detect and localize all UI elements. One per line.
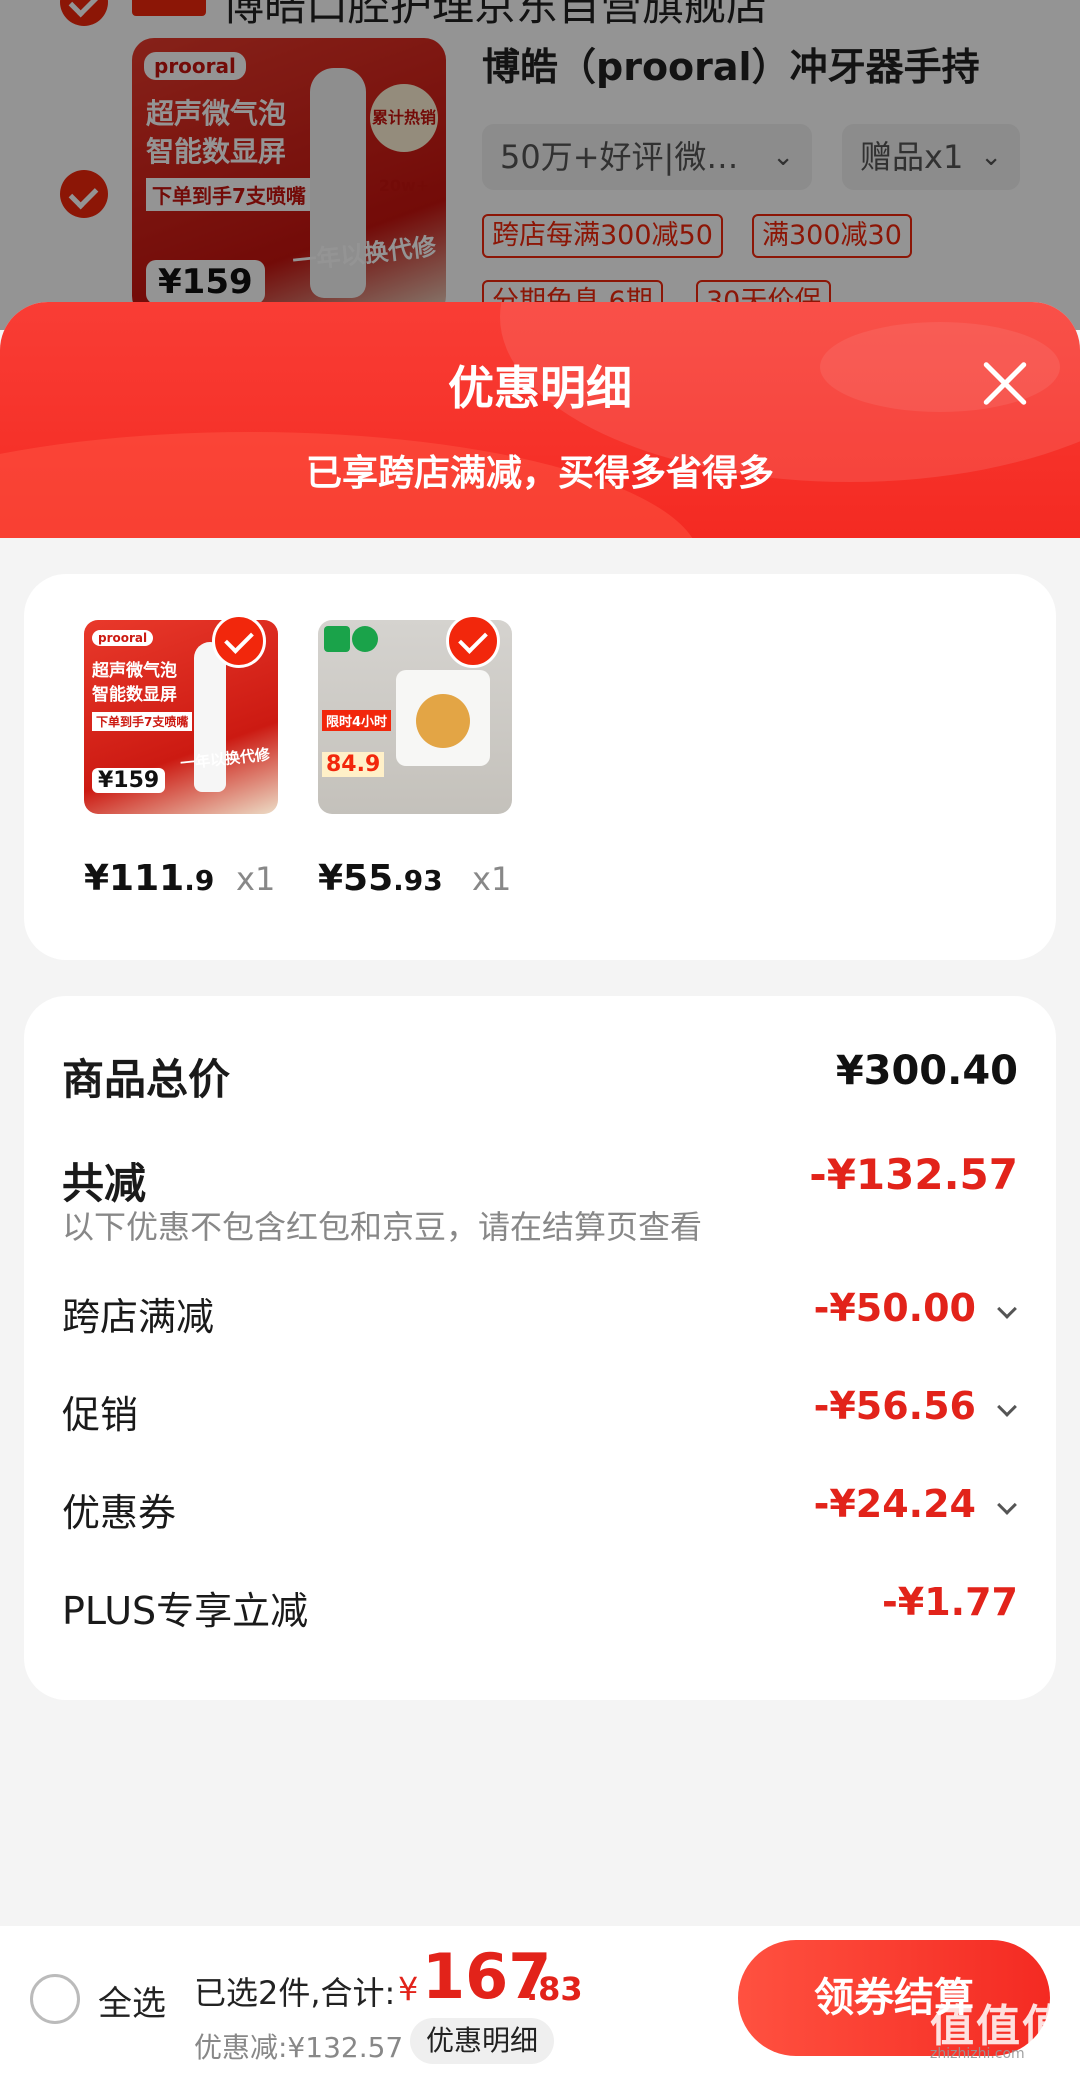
brand-logo bbox=[324, 626, 350, 652]
image-price: ¥159 bbox=[92, 768, 166, 793]
discount-value: -¥1.77 bbox=[882, 1580, 1018, 1624]
product-price: ¥111.9 bbox=[84, 858, 214, 899]
sheet-title: 优惠明细 bbox=[448, 361, 632, 415]
image-price: 84.9 bbox=[322, 752, 385, 777]
price-summary-card: 商品总价 ¥300.40 共减 -¥132.57 以下优惠不包含红包和京豆，请在… bbox=[24, 996, 1056, 1700]
image-text-line2: 智能数显屏 bbox=[92, 685, 177, 705]
discount-value: -¥56.56 bbox=[813, 1384, 976, 1428]
discount-detail-sheet: 优惠明细 已享跨店满减，买得多省得多 prooral 超声微气泡 智能数显屏 下… bbox=[0, 302, 1080, 2073]
discount-label: PLUS专享立减 bbox=[62, 1589, 309, 1633]
chevron-down-icon[interactable] bbox=[997, 1299, 1017, 1319]
price-decimal: .93 bbox=[393, 864, 443, 897]
brand-logo: prooral bbox=[92, 630, 154, 646]
certification-icon bbox=[352, 626, 378, 652]
reduction-note: 以下优惠不包含红包和京豆，请在结算页查看 bbox=[62, 1208, 703, 1246]
check-icon bbox=[446, 614, 500, 668]
discount-value: -¥50.00 bbox=[813, 1286, 976, 1330]
price-integer: ¥55 bbox=[318, 858, 394, 899]
watermark-url: zhizhizhi.com bbox=[930, 2046, 1025, 2062]
selected-count-label: 已选2件,合计: bbox=[194, 1974, 396, 2012]
sheet-subtitle: 已享跨店满减，买得多省得多 bbox=[305, 453, 774, 494]
check-icon bbox=[212, 614, 266, 668]
total-reduction-value: -¥132.57 bbox=[809, 1150, 1018, 1199]
product-quantity: x1 bbox=[236, 860, 276, 898]
image-text-line3: 下单到手7支喷嘴 bbox=[92, 712, 193, 731]
select-all-label[interactable]: 全选 bbox=[98, 1976, 166, 2025]
spotlight-illustration bbox=[396, 670, 490, 766]
price-integer: ¥111 bbox=[84, 858, 185, 899]
dim-overlay[interactable] bbox=[0, 0, 1080, 330]
image-tag: 限时4小时 bbox=[322, 710, 392, 731]
watermark: 值值值 bbox=[930, 2001, 1068, 2052]
sheet-header: 优惠明细 已享跨店满减，买得多省得多 bbox=[0, 302, 1080, 538]
total-price-label: 商品总价 bbox=[62, 1055, 231, 1104]
product-price: ¥55.93 bbox=[318, 858, 443, 899]
discount-label: 跨店满减 bbox=[62, 1295, 215, 1339]
currency-symbol: ¥ bbox=[398, 1970, 419, 2008]
discount-amount: 优惠减:¥132.57 bbox=[194, 2031, 404, 2064]
product-quantity: x1 bbox=[472, 860, 512, 898]
chevron-down-icon[interactable] bbox=[997, 1495, 1017, 1515]
discount-value: -¥24.24 bbox=[813, 1482, 976, 1526]
discount-label: 优惠券 bbox=[62, 1491, 177, 1535]
checkout-bar: 全选 已选2件,合计: ¥ 167 .83 优惠减:¥132.57 优惠明细 领… bbox=[0, 1926, 1080, 2073]
chevron-down-icon[interactable] bbox=[997, 1397, 1017, 1417]
total-price-value: ¥300.40 bbox=[835, 1048, 1018, 1094]
select-all-checkbox[interactable] bbox=[30, 1974, 80, 2024]
price-decimal: .9 bbox=[184, 864, 215, 897]
discount-detail-button[interactable]: 优惠明细 bbox=[410, 2018, 555, 2064]
image-text-line1: 超声微气泡 bbox=[92, 661, 177, 681]
products-card: prooral 超声微气泡 智能数显屏 下单到手7支喷嘴 一年以换代修 ¥159… bbox=[24, 574, 1056, 960]
discount-label: 促销 bbox=[62, 1393, 139, 1437]
close-icon[interactable] bbox=[970, 348, 1040, 418]
total-amount-decimal: .83 bbox=[526, 1970, 583, 2008]
